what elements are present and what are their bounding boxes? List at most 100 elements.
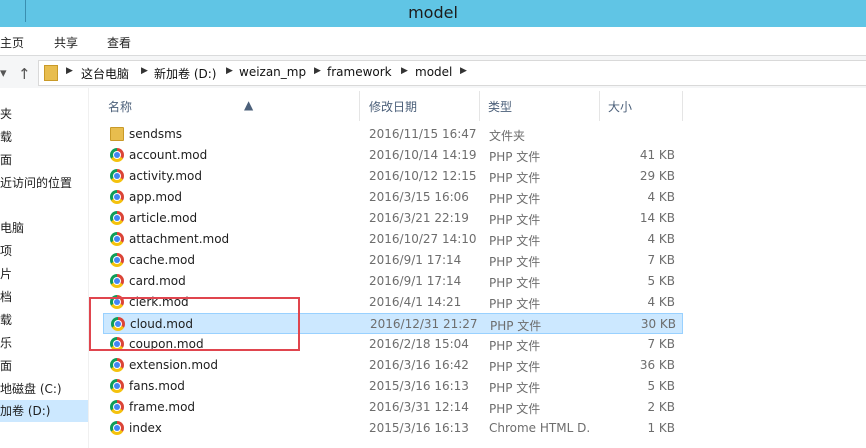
window-title: model	[408, 3, 458, 22]
breadcrumb-this-pc[interactable]: 这台电脑	[81, 65, 129, 82]
file-row[interactable]: card.mod 2016/9/1 17:14 PHP 文件 5 KB	[103, 271, 683, 292]
breadcrumb-separator-icon[interactable]: ▶	[314, 66, 321, 76]
nav-item-pictures[interactable]: 片	[0, 265, 88, 282]
chrome-icon	[110, 190, 124, 204]
column-header-size[interactable]: 大小	[600, 91, 683, 121]
file-type: PHP 文件	[489, 402, 541, 416]
file-modified: 2016/10/27 14:10	[369, 232, 477, 246]
file-modified: 2016/3/16 16:42	[369, 358, 469, 372]
file-size: 4 KB	[647, 295, 675, 309]
file-row[interactable]: index 2015/3/16 16:13 Chrome HTML D... 1 KB	[103, 418, 683, 439]
chrome-icon	[110, 169, 124, 183]
file-name: index	[129, 421, 162, 435]
file-name: sendsms	[129, 127, 183, 141]
column-header-name[interactable]: 名称 ▲	[103, 91, 360, 121]
nav-item-music[interactable]: 乐	[0, 334, 88, 351]
file-name: cache.mod	[129, 253, 195, 267]
nav-item-desktop[interactable]: 面	[0, 151, 88, 168]
file-row[interactable]: frame.mod 2016/3/31 12:14 PHP 文件 2 KB	[103, 397, 683, 418]
file-size: 4 KB	[647, 232, 675, 246]
file-modified: 2016/4/1 14:21	[369, 295, 462, 309]
tab-home[interactable]: 主页	[0, 34, 24, 51]
file-row[interactable]: extension.mod 2016/3/16 16:42 PHP 文件 36 KB	[103, 355, 683, 376]
file-size: 2 KB	[647, 400, 675, 414]
file-row[interactable]: app.mod 2016/3/15 16:06 PHP 文件 4 KB	[103, 187, 683, 208]
address-bar[interactable]: ▶ 这台电脑 ▶ 新加卷 (D:) ▶ weizan_mp ▶ framewor…	[38, 60, 866, 86]
breadcrumb-model[interactable]: model	[415, 65, 452, 79]
breadcrumb-separator-icon[interactable]: ▶	[66, 66, 73, 76]
back-chevron-icon[interactable]: ▾	[0, 66, 7, 81]
file-row[interactable]: attachment.mod 2016/10/27 14:10 PHP 文件 4 KB	[103, 229, 683, 250]
file-type: PHP 文件	[489, 192, 541, 206]
chrome-icon	[110, 400, 124, 414]
annotation-highlight-box	[89, 297, 300, 351]
nav-item-downloads[interactable]: 载	[0, 128, 88, 145]
breadcrumb-weizan-mp[interactable]: weizan_mp	[239, 65, 306, 79]
file-size: 14 KB	[639, 211, 675, 225]
file-modified: 2016/2/18 15:04	[369, 337, 469, 351]
ribbon-tabs: 主页 共享 查看	[0, 27, 866, 56]
column-header-type[interactable]: 类型	[480, 91, 600, 121]
file-size: 5 KB	[647, 274, 675, 288]
file-row[interactable]: activity.mod 2016/10/12 12:15 PHP 文件 29 KB	[103, 166, 683, 187]
nav-item-this-pc[interactable]: 电脑	[0, 219, 88, 236]
file-type: PHP 文件	[489, 276, 541, 290]
tab-view[interactable]: 查看	[107, 34, 131, 51]
file-type: PHP 文件	[489, 213, 541, 227]
file-size: 5 KB	[647, 379, 675, 393]
column-modified-label: 修改日期	[369, 100, 418, 114]
file-size: 29 KB	[639, 169, 675, 183]
breadcrumb-drive-d[interactable]: 新加卷 (D:)	[154, 65, 216, 82]
file-row[interactable]: account.mod 2016/10/14 14:19 PHP 文件 41 KB	[103, 145, 683, 166]
file-name: extension.mod	[129, 358, 218, 372]
file-name: account.mod	[129, 148, 208, 162]
nav-item-downloads-pc[interactable]: 载	[0, 311, 88, 328]
breadcrumb-separator-icon[interactable]: ▶	[401, 66, 408, 76]
column-header-row: 名称 ▲ 修改日期 类型 大小	[89, 91, 683, 121]
file-modified: 2015/3/16 16:13	[369, 379, 469, 393]
file-type: PHP 文件	[489, 339, 541, 353]
file-type: 文件夹	[489, 129, 526, 143]
file-row[interactable]: sendsms 2016/11/15 16:47 文件夹	[103, 124, 683, 145]
column-name-label: 名称	[108, 100, 133, 114]
file-size: 30 KB	[640, 317, 676, 331]
up-arrow-icon[interactable]: ↑	[18, 65, 31, 83]
file-size: 7 KB	[647, 253, 675, 267]
nav-item-documents[interactable]: 档	[0, 288, 88, 305]
file-type: PHP 文件	[489, 171, 541, 185]
file-modified: 2016/3/21 22:19	[369, 211, 469, 225]
file-list: 名称 ▲ 修改日期 类型 大小 sendsms 2016/11/15 16:47 文…	[89, 88, 866, 448]
file-row[interactable]: fans.mod 2015/3/16 16:13 PHP 文件 5 KB	[103, 376, 683, 397]
breadcrumb-separator-icon[interactable]: ▶	[460, 66, 467, 76]
chrome-icon	[110, 358, 124, 372]
file-row[interactable]: article.mod 2016/3/21 22:19 PHP 文件 14 KB	[103, 208, 683, 229]
file-type: PHP 文件	[489, 234, 541, 248]
breadcrumb-separator-icon[interactable]: ▶	[141, 66, 148, 76]
file-size: 1 KB	[647, 421, 675, 435]
file-name: activity.mod	[129, 169, 202, 183]
nav-item-favorites[interactable]: 夹	[0, 105, 88, 122]
nav-item-desktop-pc[interactable]: 面	[0, 357, 88, 374]
file-size: 4 KB	[647, 190, 675, 204]
breadcrumb-framework[interactable]: framework	[327, 65, 392, 79]
file-modified: 2016/12/31 21:27	[370, 317, 478, 331]
column-type-label: 类型	[488, 100, 513, 114]
file-type: PHP 文件	[489, 255, 541, 269]
nav-item-local-disk-c[interactable]: 地磁盘 (C:)	[0, 380, 88, 397]
tab-share[interactable]: 共享	[54, 34, 78, 51]
file-name: attachment.mod	[129, 232, 230, 246]
column-header-modified[interactable]: 修改日期	[360, 91, 480, 121]
chrome-icon	[110, 253, 124, 267]
nav-item-drive-d[interactable]: 加卷 (D:)	[0, 400, 88, 422]
file-size: 41 KB	[639, 148, 675, 162]
chrome-icon	[110, 148, 124, 162]
file-modified: 2016/9/1 17:14	[369, 274, 462, 288]
file-size: 7 KB	[647, 337, 675, 351]
file-name: frame.mod	[129, 400, 196, 414]
file-row[interactable]: cache.mod 2016/9/1 17:14 PHP 文件 7 KB	[103, 250, 683, 271]
breadcrumb-separator-icon[interactable]: ▶	[226, 66, 233, 76]
nav-item-videos[interactable]: 项	[0, 242, 88, 259]
file-modified: 2016/9/1 17:14	[369, 253, 462, 267]
nav-item-recent-places[interactable]: 近访问的位置	[0, 174, 88, 191]
file-type: Chrome HTML D...	[489, 421, 589, 435]
